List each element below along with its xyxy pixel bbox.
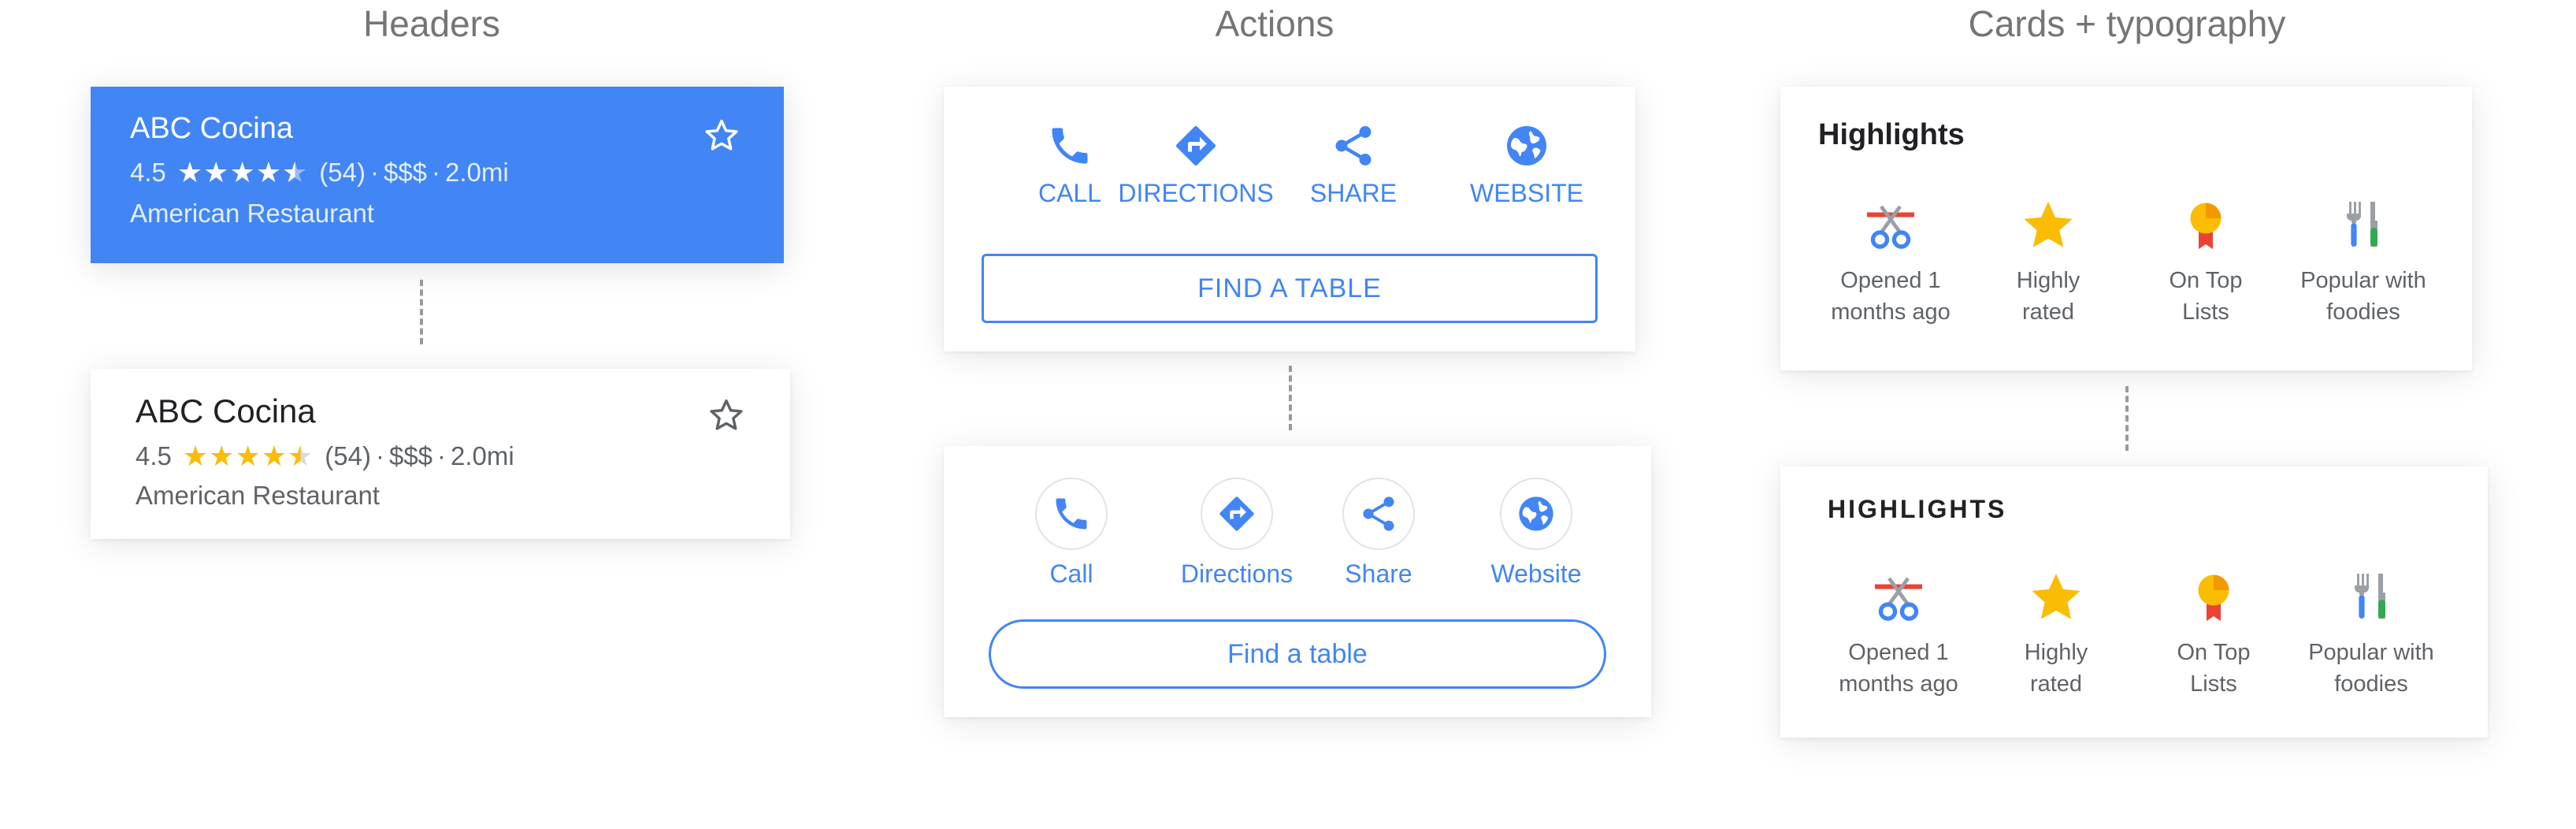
directions-icon-circle [1201, 478, 1273, 550]
highlight-label: On Top Lists [2177, 640, 2251, 697]
half-star-icon: ★ [282, 156, 309, 188]
call-label: Call [1049, 559, 1093, 588]
review-count: (54) [319, 158, 366, 187]
share-button[interactable]: SHARE [1290, 122, 1416, 208]
highlight-top-lists: On Top Lists [2135, 569, 2292, 700]
share-icon [1363, 496, 1394, 531]
rating-stars: ★ ★ ★ ★ ★ [183, 442, 314, 470]
highlight-label: On Top Lists [2169, 268, 2243, 325]
star-icon: ★ [229, 156, 256, 188]
highlights-title: HIGHLIGHTS [1828, 495, 2007, 523]
review-count: (54) [325, 441, 371, 470]
star-icon: ★ [235, 440, 262, 472]
medal-icon [2190, 203, 2222, 249]
star-icon: ★ [255, 156, 282, 188]
highlight-label: Opened 1 months ago [1831, 268, 1951, 325]
ribbon-cut-icon [1867, 205, 1914, 249]
star-icon [2032, 574, 2080, 619]
directions-icon [1219, 496, 1254, 531]
separator-dot: · [432, 158, 441, 187]
star-icon [2024, 202, 2073, 247]
actions-column-title: Actions [1215, 3, 1334, 44]
separator-dot: · [437, 441, 447, 470]
separator-dot: · [369, 158, 379, 187]
distance: 2.0mi [451, 441, 514, 470]
share-button[interactable]: Share [1316, 478, 1442, 589]
place-name: ABC Cocina [130, 112, 293, 145]
cards-column-title: Cards + typography [1968, 3, 2286, 44]
connector-dashed-line [2125, 386, 2129, 451]
highlights-card: Highlights Opened 1 months ago Highly rate… [1780, 87, 2472, 370]
highlight-popular-foodies: Popular with foodies [2285, 197, 2442, 328]
headers-column-title: Headers [363, 3, 500, 44]
globe-icon [1507, 126, 1546, 165]
find-a-table-button[interactable]: Find a table [989, 619, 1606, 689]
ribbon-cut-icon [1875, 577, 1922, 621]
directions-label: Directions [1180, 559, 1294, 588]
rating-value: 4.5 [135, 441, 172, 470]
star-icon: ★ [176, 156, 204, 188]
highlight-opened-recently: Opened 1 months ago [1820, 569, 1977, 700]
star-outline-icon[interactable] [706, 395, 747, 436]
star-outline-icon[interactable] [701, 115, 742, 156]
star-icon: ★ [261, 440, 288, 472]
share-icon [1335, 126, 1372, 165]
connector-dashed-line [1289, 366, 1292, 430]
price-level: $$$ [388, 441, 433, 470]
fork-knife-icon [2355, 574, 2385, 619]
highlight-label: Highly rated [2016, 268, 2080, 325]
highlights-card-caps: HIGHLIGHTS Opened 1 months ago Highly rate… [1780, 467, 2488, 738]
medal-icon [2198, 574, 2229, 621]
directions-label: DIRECTIONS [1118, 179, 1274, 207]
fork-knife-icon [2347, 202, 2377, 247]
star-icon: ★ [182, 440, 210, 472]
directions-button[interactable]: Directions [1150, 478, 1323, 589]
place-category: American Restaurant [130, 199, 374, 228]
website-icon-circle [1500, 478, 1572, 550]
highlight-top-lists: On Top Lists [2127, 197, 2285, 328]
phone-icon [1056, 498, 1087, 530]
place-rating-line: 4.5 ★ ★ ★ ★ ★ (54) · $$$ · 2.0mi [135, 441, 514, 471]
price-level: $$$ [383, 158, 428, 187]
find-a-table-button[interactable]: FIND A TABLE [982, 254, 1598, 323]
star-icon: ★ [209, 440, 236, 472]
place-header-card-white[interactable]: ABC Cocina 4.5 ★ ★ ★ ★ ★ (54) · $$$ · 2.… [91, 369, 790, 539]
share-icon-circle [1342, 478, 1415, 550]
highlight-label: Popular with foodies [2300, 268, 2426, 325]
call-icon-circle [1035, 478, 1108, 550]
highlight-opened-recently: Opened 1 months ago [1812, 197, 1969, 328]
separator-dot: · [375, 441, 384, 470]
actions-card-title-case: Call Directions Share Website Find a tab… [944, 446, 1651, 717]
highlight-highly-rated: Highly rated [1969, 197, 2127, 328]
phone-icon [1052, 128, 1088, 164]
highlight-popular-foodies: Popular with foodies [2292, 569, 2450, 700]
share-label: Share [1345, 559, 1412, 588]
directions-icon [1176, 126, 1216, 165]
star-icon: ★ [203, 156, 230, 188]
rating-stars: ★ ★ ★ ★ ★ [177, 158, 308, 187]
call-button[interactable]: Call [1008, 478, 1134, 589]
place-rating-line: 4.5 ★ ★ ★ ★ ★ (54) · $$$ · 2.0mi [130, 158, 509, 188]
distance: 2.0mi [445, 158, 509, 187]
highlight-label: Opened 1 months ago [1839, 640, 1958, 697]
directions-button[interactable]: DIRECTIONS [1117, 122, 1275, 208]
highlight-highly-rated: Highly rated [1977, 569, 2135, 700]
actions-card-caps: CALL DIRECTIONS SHARE WEBSITE FIND A TAB… [944, 87, 1635, 351]
website-button[interactable]: Website [1465, 478, 1607, 589]
place-category: American Restaurant [135, 481, 380, 510]
globe-icon [1519, 496, 1553, 531]
website-button[interactable]: WEBSITE [1448, 122, 1605, 208]
place-header-card-blue[interactable]: ABC Cocina 4.5 ★ ★ ★ ★ ★ (54) · $$$ · 2.… [91, 87, 784, 263]
rating-value: 4.5 [130, 158, 166, 187]
highlight-label: Popular with foodies [2308, 640, 2434, 697]
website-label: Website [1490, 559, 1582, 588]
place-name: ABC Cocina [135, 392, 316, 429]
highlight-label: Highly rated [2024, 640, 2088, 697]
website-label: WEBSITE [1469, 179, 1583, 207]
highlights-title: Highlights [1818, 118, 1965, 151]
share-label: SHARE [1309, 179, 1397, 207]
connector-dashed-line [420, 280, 423, 344]
half-star-icon: ★ [288, 440, 314, 472]
